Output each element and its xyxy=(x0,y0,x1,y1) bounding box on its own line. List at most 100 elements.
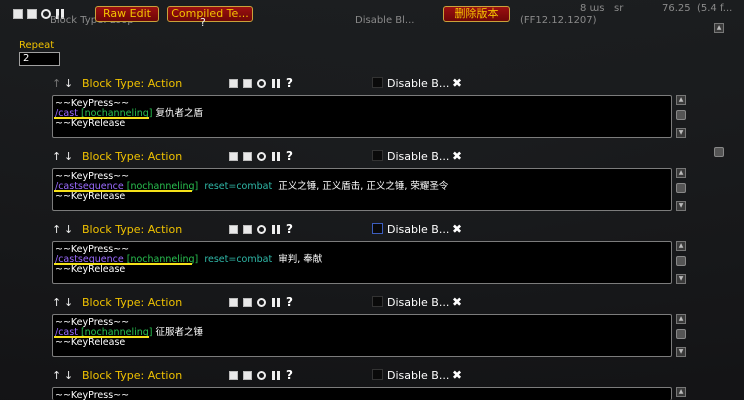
close-icon[interactable]: ✖ xyxy=(452,295,462,309)
scroll-up-icon[interactable]: ▲ xyxy=(676,314,686,324)
arrow-up-icon[interactable]: ↑ xyxy=(52,78,62,90)
circle-icon[interactable] xyxy=(257,79,266,88)
close-icon[interactable]: ✖ xyxy=(452,76,462,90)
repeat-input[interactable]: 2 xyxy=(19,52,60,66)
block-type-label[interactable]: Block Type: Action xyxy=(82,77,182,90)
scroll-up-icon[interactable]: ▲ xyxy=(676,95,686,105)
raw-edit-button[interactable]: Raw Edit xyxy=(95,6,159,22)
macro-text-area[interactable]: ~~KeyPress~~ xyxy=(52,387,672,400)
insert-icon[interactable] xyxy=(243,225,252,234)
disable-checkbox[interactable] xyxy=(372,150,383,161)
repeat-label: Repeat xyxy=(19,40,55,51)
scroll-up-icon[interactable]: ▲ xyxy=(676,387,686,397)
circle-icon[interactable] xyxy=(257,298,266,307)
save-icon[interactable] xyxy=(229,225,238,234)
arrow-down-icon[interactable]: ↓ xyxy=(64,151,74,163)
disable-checkbox[interactable] xyxy=(372,369,383,380)
arrow-down-icon[interactable]: ↓ xyxy=(64,78,74,90)
close-icon[interactable]: ✖ xyxy=(452,149,462,163)
macro-spell: 正义之锤, 正义盾击, 正义之锤, 荣耀圣令 xyxy=(278,181,449,192)
scroll-thumb[interactable] xyxy=(676,256,686,266)
macro-scrollbar[interactable]: ▲ ▼ xyxy=(676,241,686,284)
save-icon[interactable] xyxy=(229,298,238,307)
scroll-down-icon[interactable]: ▼ xyxy=(676,201,686,211)
insert-icon[interactable] xyxy=(243,298,252,307)
faded-status-text: 8 ɯs sr xyxy=(580,3,624,14)
save-icon[interactable] xyxy=(229,152,238,161)
block-header: ↑ ↓ Block Type: Action ? Disable B... ✖ xyxy=(52,368,682,384)
pause-icon[interactable] xyxy=(272,298,281,307)
disable-checkbox[interactable] xyxy=(372,77,383,88)
scroll-up-icon[interactable]: ▲ xyxy=(676,168,686,178)
delete-version-button[interactable]: 删除版本 xyxy=(443,6,510,22)
macro-scrollbar[interactable]: ▲ ▼ xyxy=(676,314,686,357)
scroll-thumb[interactable] xyxy=(676,110,686,120)
keypress-line: ~~KeyPress~~ xyxy=(55,390,130,400)
macro-spell: 征服者之锤 xyxy=(155,327,204,338)
pause-icon[interactable] xyxy=(272,371,281,380)
block-type-label[interactable]: Block Type: Action xyxy=(82,296,182,309)
keyrelease-line: ~~KeyRelease xyxy=(55,118,126,129)
close-icon[interactable]: ✖ xyxy=(452,222,462,236)
insert-icon[interactable] xyxy=(27,9,37,19)
disable-label: Disable B... xyxy=(387,150,450,163)
highlight-underline xyxy=(54,117,149,119)
circle-icon[interactable] xyxy=(257,152,266,161)
disable-checkbox[interactable] xyxy=(372,223,383,234)
block-header: ↑ ↓ Block Type: Action ? Disable B... ✖ xyxy=(52,149,682,165)
help-icon[interactable]: ? xyxy=(286,76,293,90)
disable-label: Disable B... xyxy=(387,296,450,309)
highlight-underline xyxy=(54,263,192,265)
disable-label: Disable B... xyxy=(387,369,450,382)
scroll-down-icon[interactable]: ▼ xyxy=(676,128,686,138)
pause-icon[interactable] xyxy=(272,225,281,234)
macro-reset-condition: reset=combat xyxy=(204,254,273,265)
scroll-down-icon[interactable]: ▼ xyxy=(676,274,686,284)
scroll-up-icon[interactable]: ▲ xyxy=(676,241,686,251)
compiled-template-button[interactable]: Compiled Te... xyxy=(167,6,253,22)
insert-icon[interactable] xyxy=(243,371,252,380)
pause-icon[interactable] xyxy=(272,79,281,88)
faded-status-text-2: 76.25 (5.4 f... xyxy=(662,3,733,14)
circle-icon[interactable] xyxy=(257,371,266,380)
help-icon[interactable]: ? xyxy=(286,295,293,309)
arrow-down-icon[interactable]: ↓ xyxy=(64,370,74,382)
insert-icon[interactable] xyxy=(243,152,252,161)
arrow-down-icon[interactable]: ↓ xyxy=(64,297,74,309)
help-icon[interactable]: ? xyxy=(286,222,293,236)
help-icon[interactable]: ? xyxy=(286,368,293,382)
arrow-down-icon[interactable]: ↓ xyxy=(64,224,74,236)
circle-icon[interactable] xyxy=(257,225,266,234)
scroll-thumb[interactable] xyxy=(676,183,686,193)
scroll-up-icon[interactable]: ▲ xyxy=(714,23,724,33)
disable-checkbox[interactable] xyxy=(372,296,383,307)
arrow-up-icon[interactable]: ↑ xyxy=(52,297,62,309)
scroll-down-icon[interactable]: ▼ xyxy=(676,347,686,357)
faded-disable-label: Disable Bl... xyxy=(355,15,415,26)
arrow-up-icon[interactable]: ↑ xyxy=(52,370,62,382)
block-type-label[interactable]: Block Type: Action xyxy=(82,150,182,163)
macro-scrollbar[interactable]: ▲ xyxy=(676,387,686,400)
scroll-thumb[interactable] xyxy=(714,147,724,157)
keyrelease-line: ~~KeyRelease xyxy=(55,264,126,275)
arrow-up-icon[interactable]: ↑ xyxy=(52,224,62,236)
arrow-up-icon[interactable]: ↑ xyxy=(52,151,62,163)
block-type-label[interactable]: Block Type: Action xyxy=(82,223,182,236)
macro-scrollbar[interactable]: ▲ ▼ xyxy=(676,95,686,138)
macro-scrollbar[interactable]: ▲ ▼ xyxy=(676,168,686,211)
block-header: ↑ ↓ Block Type: Action ? Disable B... ✖ xyxy=(52,76,682,92)
faded-version-text: (FF12.12.1207) xyxy=(520,15,597,26)
scroll-thumb[interactable] xyxy=(676,329,686,339)
block-type-label[interactable]: Block Type: Action xyxy=(82,369,182,382)
save-icon[interactable] xyxy=(229,79,238,88)
disable-label: Disable B... xyxy=(387,223,450,236)
macro-spell: 审判, 奉献 xyxy=(278,254,323,265)
close-icon[interactable]: ✖ xyxy=(452,368,462,382)
help-icon[interactable]: ? xyxy=(286,149,293,163)
highlight-underline xyxy=(54,336,149,338)
insert-icon[interactable] xyxy=(243,79,252,88)
save-icon[interactable] xyxy=(229,371,238,380)
pause-icon[interactable] xyxy=(272,152,281,161)
save-icon[interactable] xyxy=(13,9,23,19)
outer-scrollbar[interactable]: ▲ xyxy=(713,23,725,400)
